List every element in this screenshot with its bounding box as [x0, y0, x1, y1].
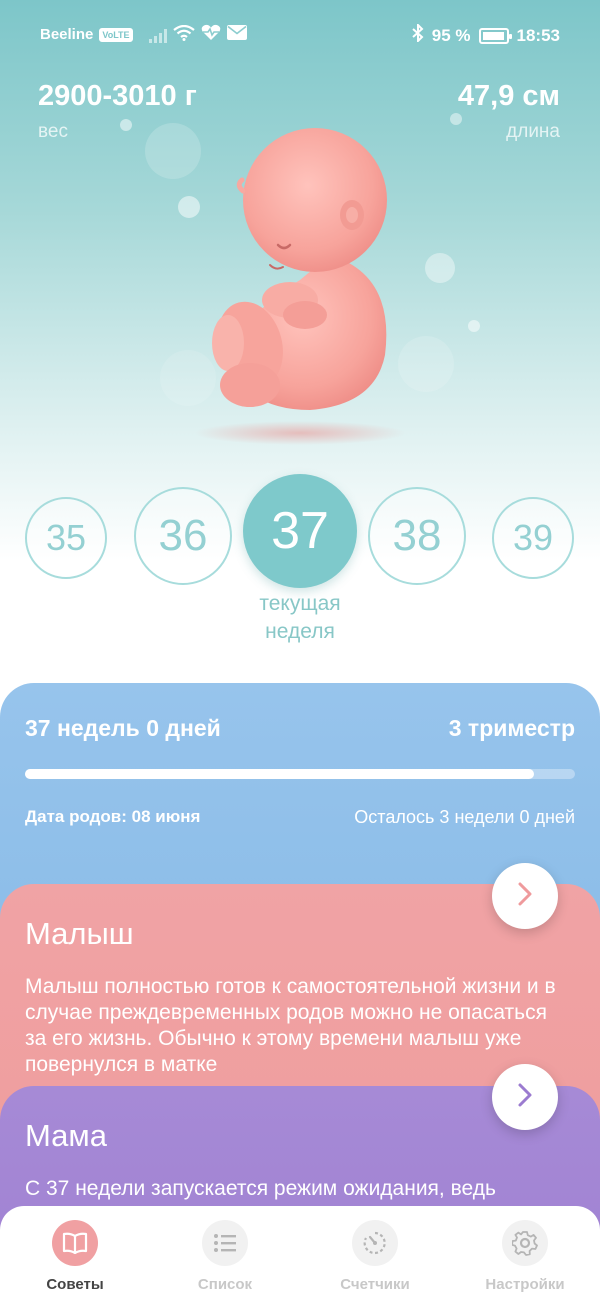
chevron-right-icon: [516, 881, 534, 912]
nav-counters[interactable]: Счетчики: [315, 1220, 435, 1293]
chevron-right-icon: [516, 1082, 534, 1113]
nav-list[interactable]: Список: [165, 1220, 285, 1293]
signal-icon: [148, 27, 167, 43]
time-remaining: Осталось 3 недели 0 дней: [354, 807, 575, 827]
week-circle[interactable]: 38: [368, 487, 466, 585]
battery-icon: [478, 27, 512, 44]
volte-badge: VoLTE: [99, 27, 133, 42]
carrier-name: Beeline: [40, 26, 94, 43]
current-week-circle[interactable]: 37: [243, 474, 357, 588]
status-bar: Beeline VoLTE 95 % 18:53: [0, 0, 600, 66]
weight-value: 2900-3010 г: [38, 80, 197, 112]
length-label: длина: [506, 121, 560, 142]
nav-settings-label: Настройки: [485, 1276, 565, 1293]
fetus-illustration: [180, 115, 430, 455]
wifi-icon: [172, 24, 195, 45]
current-week-label: текущая неделя: [259, 592, 341, 643]
nav-counters-label: Счетчики: [340, 1276, 410, 1293]
bluetooth-icon: [412, 22, 424, 47]
clock: 18:53: [516, 25, 560, 45]
list-icon: [202, 1220, 248, 1266]
baby-card-title: Малыш: [25, 916, 134, 951]
nav-tips-label: Советы: [46, 1276, 104, 1293]
gear-icon: [502, 1220, 548, 1266]
length-value: 47,9 см: [457, 80, 560, 112]
progress-bar-fill: [25, 769, 534, 779]
decor-bubble: [450, 113, 462, 125]
mail-icon: [226, 25, 247, 44]
week-circle[interactable]: 39: [492, 497, 574, 579]
nav-list-label: Список: [197, 1276, 253, 1293]
mama-card-open-button[interactable]: [492, 1064, 558, 1130]
bottom-navigation: Советы Список Счетчики Настройки: [0, 1206, 600, 1299]
length-metric: 47,9 см длина: [458, 80, 560, 143]
heart-rate-icon: [201, 24, 221, 45]
baby-card-open-button[interactable]: [492, 863, 558, 929]
mama-card-text: С 37 недели запускается режим ожидания, …: [25, 1177, 496, 1200]
book-icon: [52, 1220, 98, 1266]
week-circle[interactable]: 35: [25, 497, 107, 579]
trimester-label: 3 триместр: [448, 715, 575, 741]
due-date: Дата родов: 08 июня: [25, 807, 201, 826]
decor-bubble: [120, 119, 132, 131]
battery-percent: 95 %: [431, 25, 471, 45]
pregnancy-progress-bar: [25, 769, 575, 779]
baby-card-text: Малыш полностью готов к самостоятельной …: [25, 975, 556, 1076]
week-circle[interactable]: 36: [134, 487, 232, 585]
nav-tips[interactable]: Советы: [15, 1220, 135, 1293]
decor-bubble: [468, 320, 480, 332]
mama-card-title: Мама: [25, 1118, 107, 1153]
nav-settings[interactable]: Настройки: [465, 1220, 585, 1293]
pregnancy-duration: 37 недель 0 дней: [25, 715, 221, 741]
timer-icon: [352, 1220, 398, 1266]
